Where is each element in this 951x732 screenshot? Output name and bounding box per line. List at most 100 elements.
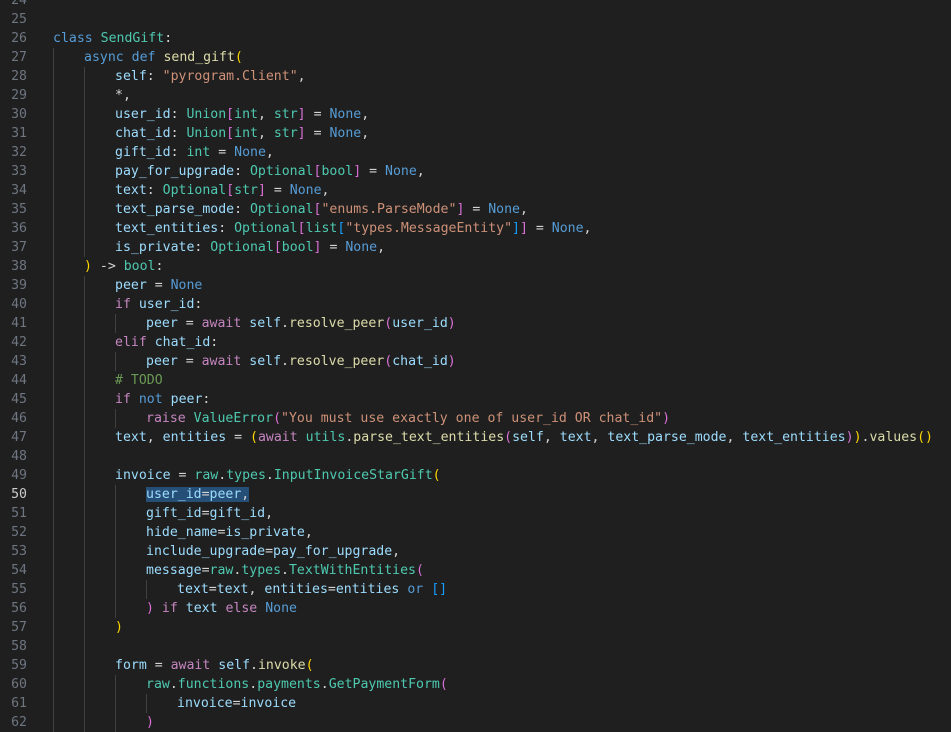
code-line[interactable]: 54 message=raw.types.TextWithEntities( [0,560,951,580]
code-line[interactable]: 62) [0,712,951,732]
code-token: , [241,486,250,502]
code-token: , [543,429,560,445]
code-line[interactable]: 55 text=text, entities=entities or [] [0,579,951,599]
code-line[interactable]: 30 user_id: Union[int, str] = None, [0,104,951,124]
code-line[interactable]: 39 peer = None [0,275,951,295]
indent-guide [84,199,85,219]
code-text: raise ValueError("You must use exactly o… [146,409,670,428]
code-token: Optional [162,182,227,198]
code-line[interactable]: 24 [0,0,951,10]
code-line[interactable]: 44 # TODO [0,370,951,390]
indent-guide [53,484,54,504]
code-line[interactable]: 38) -> bool: [0,256,951,276]
code-line[interactable]: 31 chat_id: Union[int, str] = None, [0,123,951,143]
line-number: 31 [11,125,27,141]
code-line[interactable]: 26 class SendGift: [0,29,951,48]
indent-guide [53,598,54,618]
code-line[interactable]: 34 text: Optional[str] = None, [0,180,951,200]
code-line[interactable]: 42 elif chat_id: [0,332,951,352]
code-text: if user_id: [115,295,202,314]
code-line[interactable]: 53 include_upgrade=pay_for_upgrade, [0,541,951,561]
code-line[interactable]: 35 text_parse_mode: Optional["enums.Parse… [0,199,951,219]
code-line[interactable]: 52 hide_name=is_private, [0,522,951,542]
code-line[interactable]: 37 is_private: Optional[bool] = None, [0,237,951,257]
code-token: , [392,543,401,559]
code-token: = [232,695,241,711]
code-text: ) [115,618,123,637]
code-line[interactable]: 28 self: "pyrogram.Client", [0,66,951,86]
code-line[interactable]: 43 peer = await self.resolve_peer(chat_id… [0,351,951,371]
code-line[interactable]: 25 [0,10,951,29]
code-line[interactable]: 51 gift_id=gift_id, [0,503,951,523]
code-token: text [216,581,249,597]
code-token: ] [353,163,362,179]
code-token: ( [250,429,258,445]
code-line[interactable]: 50 user_id=peer, [0,484,951,504]
indent-guide [115,503,116,523]
code-line[interactable]: 60 raw.functions.payments.GetPaymentForm( [0,674,951,694]
code-line[interactable]: 49 invoice = raw.types.InputInvoiceStarGi… [0,465,951,485]
line-number: 44 [11,372,27,388]
code-text: text=text, entities=entities or [] [177,580,447,599]
code-token: payments [257,676,321,692]
indent-guide [53,294,54,314]
line-number: 56 [11,600,27,616]
code-token: ) [845,429,854,445]
code-token: , [726,429,743,445]
indent-guide [115,313,116,333]
code-line[interactable]: 32 gift_id: int = None, [0,142,951,162]
code-token: None [234,144,266,160]
code-token: [ [297,220,306,236]
code-token: bool [123,258,156,274]
indent-guide [115,408,116,428]
code-line[interactable]: 48 [0,446,951,466]
indent-guide [84,161,85,181]
indent-guide [53,655,54,675]
code-editor[interactable]: 24 25 26 class SendGift: 27 async def send_gi… [0,0,951,732]
code-line[interactable]: 33 pay_for_upgrade: Optional[bool] = None… [0,161,951,181]
code-line[interactable]: 58 [0,636,951,656]
code-line[interactable]: 40 if user_id: [0,294,951,314]
code-line[interactable]: 47 text, entities = (await utils.parse_te… [0,427,951,447]
code-line[interactable]: 27 async def send_gift( [0,47,951,67]
code-token: ( [504,429,513,445]
line-number: 49 [11,467,27,483]
code-token: if [161,600,178,616]
code-token: bool [281,239,314,255]
code-line[interactable]: 61 invoice=invoice [0,693,951,713]
code-line[interactable]: 29 *, [0,85,951,105]
code-line[interactable]: 57) [0,617,951,637]
code-token: = [201,505,210,521]
code-line[interactable]: 46 raise ValueError("You must use exactly… [0,408,951,428]
code-token: Optional [249,163,314,179]
code-token: ) [146,714,154,730]
indent-guide [84,446,85,466]
code-text: text_entities: Optional[list["types.Mess… [115,219,592,238]
code-token: [ [226,125,235,141]
code-token: Union [186,125,227,141]
indent-guide [53,275,54,295]
code-token: invoice [177,695,233,711]
code-token: gift_id [115,144,171,160]
code-line[interactable]: 36 text_entities: Optional[list["types.Me… [0,218,951,238]
code-text: # TODO [115,371,163,390]
code-token: = [226,429,251,445]
indent-guide [53,218,54,238]
code-token: "types.MessageEntity" [345,220,513,236]
code-token: "pyrogram.Client" [162,68,298,84]
code-line[interactable]: 41 peer = await self.resolve_peer(user_id… [0,313,951,333]
code-token: = [527,220,552,236]
code-token: chat_id [115,125,171,141]
code-text: if not peer: [115,390,210,409]
code-token: entities [335,581,400,597]
code-token: None [329,125,362,141]
code-line[interactable]: 59 form = await self.invoke( [0,655,951,675]
code-line[interactable]: 45 if not peer: [0,389,951,409]
code-token: ] [297,125,306,141]
code-line[interactable]: 56) if text else None [0,598,951,618]
indent-guide [53,332,54,352]
indent-guide [84,66,85,86]
